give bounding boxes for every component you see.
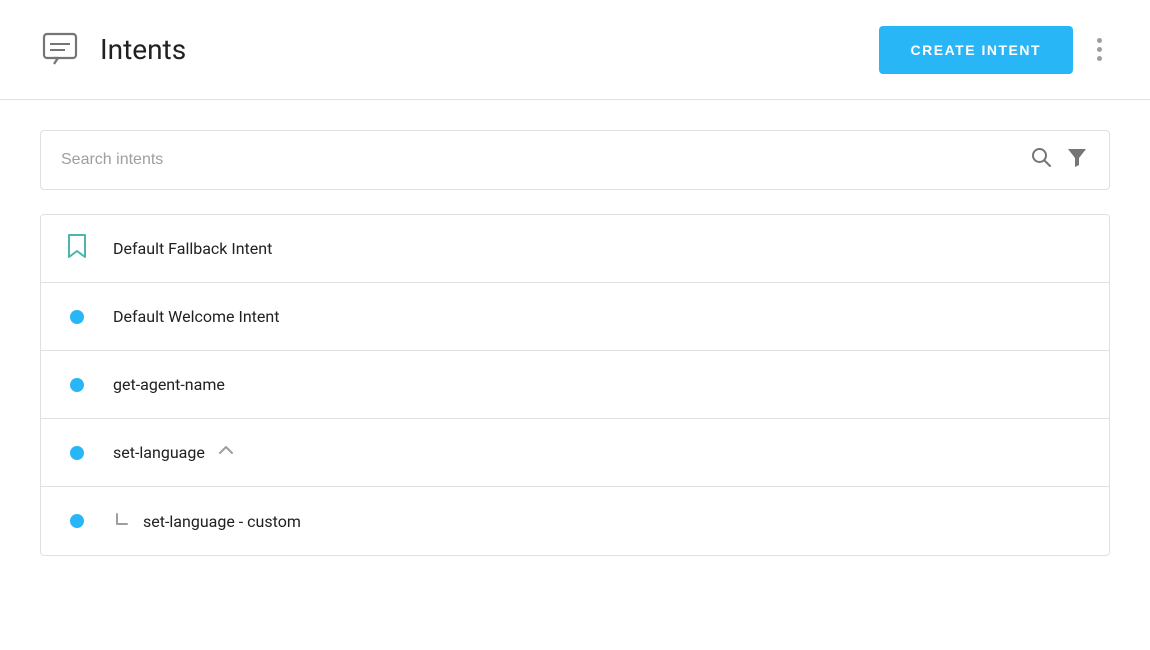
intents-list: Default Fallback Intent Default Welcome … bbox=[40, 214, 1110, 556]
intent-dot bbox=[70, 514, 84, 528]
header-right: CREATE INTENT bbox=[879, 26, 1110, 74]
intent-dot bbox=[70, 378, 84, 392]
header-left: Intents bbox=[40, 28, 186, 72]
intent-label: Default Fallback Intent bbox=[113, 239, 272, 258]
intent-label: set-language bbox=[113, 443, 205, 462]
intent-item[interactable]: Default Fallback Intent bbox=[41, 215, 1109, 283]
intent-label: Default Welcome Intent bbox=[113, 307, 279, 326]
intent-icon-fallback bbox=[61, 233, 93, 265]
more-dot-3 bbox=[1097, 56, 1102, 61]
sub-indent: set-language - custom bbox=[113, 510, 301, 532]
intent-label: get-agent-name bbox=[113, 375, 225, 394]
filter-icon[interactable] bbox=[1065, 145, 1089, 175]
more-options-button[interactable] bbox=[1089, 30, 1110, 69]
sub-arrow-icon bbox=[113, 510, 131, 532]
more-dot-1 bbox=[1097, 38, 1102, 43]
intent-item[interactable]: set-language bbox=[41, 419, 1109, 487]
intent-label: set-language - custom bbox=[143, 512, 301, 531]
more-dot-2 bbox=[1097, 47, 1102, 52]
intent-item-child[interactable]: set-language - custom bbox=[41, 487, 1109, 555]
search-icons bbox=[1029, 145, 1089, 175]
search-box bbox=[40, 130, 1110, 190]
intent-icon-language-custom bbox=[61, 514, 93, 528]
intent-item[interactable]: get-agent-name bbox=[41, 351, 1109, 419]
intent-icon-agent bbox=[61, 378, 93, 392]
page-title: Intents bbox=[100, 33, 186, 66]
create-intent-button[interactable]: CREATE INTENT bbox=[879, 26, 1073, 74]
intent-dot bbox=[70, 310, 84, 324]
intent-icon-language bbox=[61, 446, 93, 460]
main-content: Default Fallback Intent Default Welcome … bbox=[0, 100, 1150, 586]
page-header: Intents CREATE INTENT bbox=[0, 0, 1150, 100]
chevron-up-icon[interactable] bbox=[217, 441, 235, 464]
search-input[interactable] bbox=[61, 151, 1029, 169]
intent-dot bbox=[70, 446, 84, 460]
intents-icon bbox=[40, 28, 84, 72]
intent-icon-welcome bbox=[61, 310, 93, 324]
search-icon[interactable] bbox=[1029, 145, 1053, 175]
intent-item[interactable]: Default Welcome Intent bbox=[41, 283, 1109, 351]
bookmark-icon bbox=[66, 233, 88, 265]
